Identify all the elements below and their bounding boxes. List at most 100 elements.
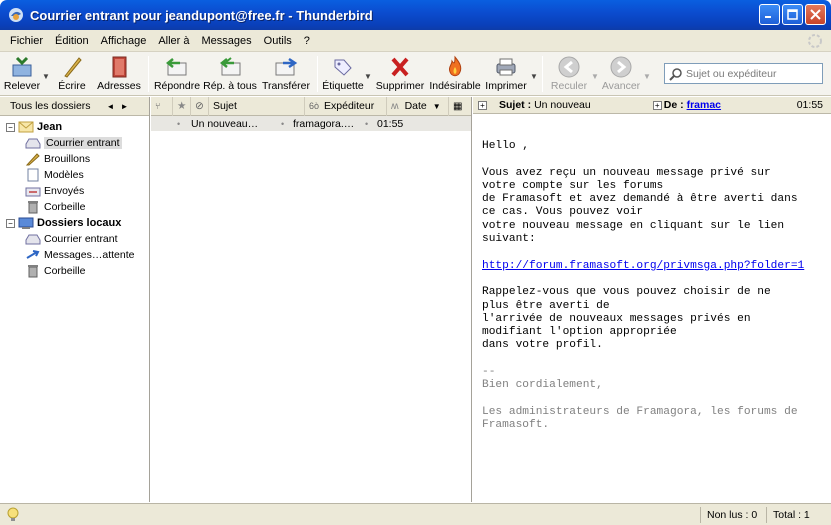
folder-view-selector[interactable]: Tous les dossiers ◄►: [0, 97, 149, 116]
message-time: 01:55: [796, 99, 823, 111]
local-folder-outbox[interactable]: Messages…attente: [0, 247, 149, 263]
inbox-icon: [25, 234, 41, 245]
local-folder-inbox[interactable]: Courrier entrant: [0, 231, 149, 247]
back-button[interactable]: Reculer: [547, 52, 591, 96]
column-sender[interactable]: 6ò Expéditeur: [305, 96, 387, 116]
message-date: 01:55: [377, 117, 404, 130]
column-date[interactable]: ʍ Date ▼: [387, 96, 449, 116]
message-body: Hello , Vous avez reçu un nouveau messag…: [473, 114, 831, 500]
junk-label: Indésirable: [429, 80, 481, 92]
print-button[interactable]: Imprimer: [482, 52, 530, 96]
folder-sent[interactable]: Envoyés: [0, 183, 149, 199]
forward-nav-dropdown[interactable]: ▼: [643, 52, 651, 96]
menu-help[interactable]: ?: [298, 35, 316, 47]
menu-messages[interactable]: Messages: [196, 35, 258, 47]
forward-nav-button[interactable]: Avancer: [599, 52, 643, 96]
folder-label: Corbeille: [44, 201, 86, 213]
templates-icon: [27, 168, 39, 182]
forward-arrow-icon: [610, 56, 632, 78]
tag-icon: [334, 59, 352, 76]
menu-aller-a[interactable]: Aller à: [152, 35, 195, 47]
maximize-button[interactable]: [782, 4, 803, 25]
folder-view-arrows-icon[interactable]: ◄►: [107, 102, 135, 111]
toolbar-separator: [148, 56, 149, 92]
search-placeholder: Sujet ou expéditeur: [686, 67, 777, 80]
collapse-icon[interactable]: −: [6, 218, 15, 228]
trash-icon: [28, 201, 38, 214]
junk-button[interactable]: Indésirable: [428, 52, 482, 96]
unread-dot: •: [177, 118, 181, 129]
star-column[interactable]: ★: [173, 96, 191, 116]
thread-pane: ⑂ ★ ⊘ Sujet 6ò Expéditeur ʍ Date ▼ ▦ • U…: [151, 96, 472, 502]
folder-trash[interactable]: Corbeille: [0, 199, 149, 215]
folder-drafts[interactable]: Brouillons: [0, 151, 149, 167]
message-row[interactable]: • Un nouveau… • framagora.… • 01:55: [151, 116, 471, 131]
total-count: Total : 1: [766, 507, 831, 523]
message-pane: + Sujet : Un nouveau + De : framac 01:55…: [473, 97, 831, 502]
back-dropdown[interactable]: ▼: [591, 52, 599, 96]
forward-button[interactable]: Transférer: [259, 52, 313, 96]
write-button[interactable]: Écrire: [50, 52, 94, 96]
column-sender-label: Expéditeur: [324, 100, 375, 112]
local-folders-icon: [18, 217, 34, 229]
folder-tree: − Jean Courrier entrant Brouillons Modèl…: [0, 116, 149, 279]
thread-column[interactable]: ⑂: [151, 96, 173, 116]
delete-button[interactable]: Supprimer: [372, 52, 428, 96]
delete-label: Supprimer: [375, 80, 425, 92]
reply-all-label: Rép. à tous: [203, 80, 257, 92]
column-picker[interactable]: ▦: [449, 97, 471, 116]
expand-from-icon[interactable]: +: [652, 100, 662, 110]
print-dropdown[interactable]: ▼: [530, 52, 538, 96]
maximize-icon: [787, 9, 798, 20]
total-count-label: Total : 1: [773, 509, 810, 521]
reply-button[interactable]: Répondre: [153, 52, 201, 96]
search-box[interactable]: Sujet ou expéditeur: [664, 63, 823, 84]
forum-link[interactable]: http://forum.framasoft.org/privmsga.php?…: [482, 260, 804, 272]
account-row-local-folders[interactable]: − Dossiers locaux: [0, 215, 149, 231]
account-row-jean[interactable]: − Jean: [0, 119, 149, 135]
menu-edition[interactable]: Édition: [49, 35, 95, 47]
get-mail-dropdown[interactable]: ▼: [42, 52, 50, 96]
folder-label: Envoyés: [44, 185, 85, 197]
menu-affichage[interactable]: Affichage: [95, 35, 153, 47]
get-mail-button[interactable]: Relever: [2, 52, 42, 96]
back-arrow-icon: [558, 56, 580, 78]
junk-status-icon: ʍ: [391, 100, 399, 112]
folder-inbox[interactable]: Courrier entrant: [0, 135, 149, 151]
attachment-column[interactable]: ⊘: [191, 96, 209, 116]
minimize-icon: [765, 16, 771, 18]
menu-fichier[interactable]: Fichier: [4, 35, 49, 47]
subject-value: Un nouveau: [534, 99, 591, 111]
from-label: De :: [663, 99, 684, 111]
local-folder-trash[interactable]: Corbeille: [0, 263, 149, 279]
title-bar: Courrier entrant pour jeandupont@free.fr…: [0, 0, 831, 30]
forward-mail-icon: [275, 57, 298, 76]
expand-header-icon[interactable]: +: [478, 100, 487, 110]
thunderbird-icon: [9, 8, 23, 22]
reply-label: Répondre: [153, 80, 201, 92]
from-link[interactable]: framac: [687, 99, 721, 111]
status-bar: Non lus : 0 Total : 1: [0, 503, 831, 525]
tag-dropdown[interactable]: ▼: [364, 52, 372, 96]
menu-outils[interactable]: Outils: [258, 35, 298, 47]
folder-pane: Tous les dossiers ◄► − Jean Courrier ent…: [0, 97, 150, 502]
forward-nav-label: Avancer: [601, 80, 641, 92]
address-book-button[interactable]: Adresses: [94, 52, 144, 96]
body-paragraph-2: Rappelez-vous que vous pouvez choisir de…: [482, 286, 771, 352]
sort-descending-icon: ▼: [432, 101, 441, 111]
menu-bar: Fichier Édition Affichage Aller à Messag…: [0, 30, 831, 52]
folder-label: Corbeille: [44, 265, 86, 277]
body-paragraph-1: Vous avez reçu un nouveau message privé …: [482, 166, 798, 246]
collapse-icon[interactable]: −: [6, 122, 15, 132]
forward-label: Transférer: [261, 80, 311, 92]
close-button[interactable]: [805, 4, 826, 25]
reply-all-button[interactable]: Rép. à tous: [201, 52, 259, 96]
online-status-icon[interactable]: [6, 507, 20, 523]
print-label: Imprimer: [485, 80, 527, 92]
reply-icon: [165, 58, 187, 76]
tag-button[interactable]: Étiquette: [322, 52, 364, 96]
folder-templates[interactable]: Modèles: [0, 167, 149, 183]
minimize-button[interactable]: [759, 4, 780, 25]
column-subject[interactable]: Sujet: [209, 96, 305, 116]
address-book-icon: [112, 56, 127, 78]
